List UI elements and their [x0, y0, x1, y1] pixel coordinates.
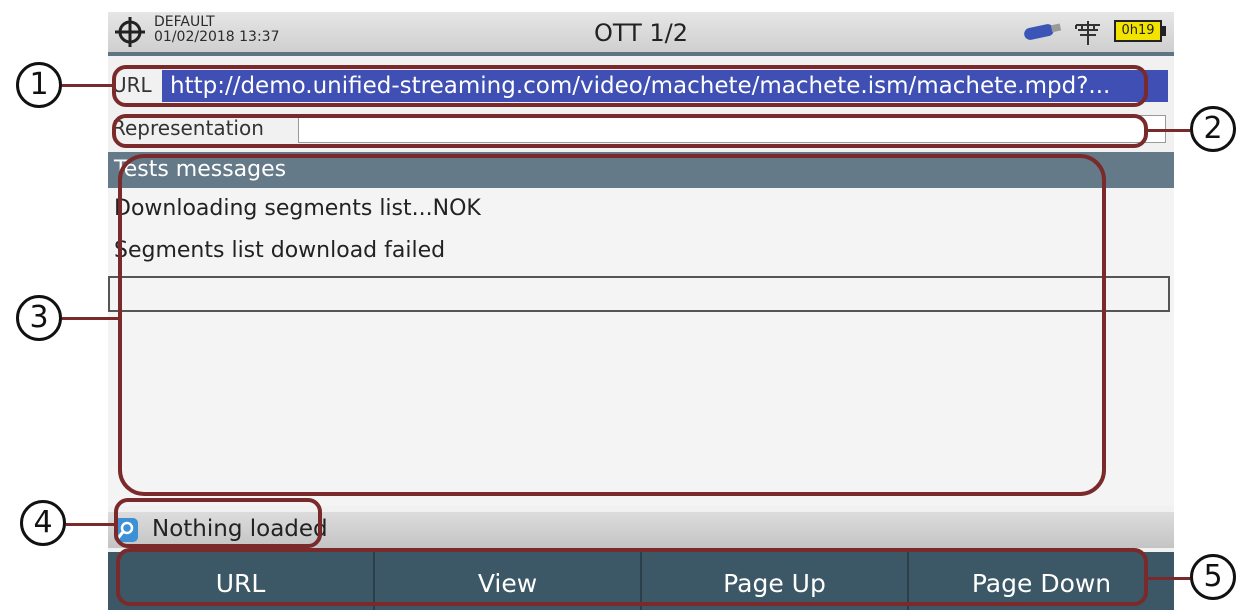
- page-title: OTT 1/2: [593, 19, 689, 47]
- battery-tip: [1162, 26, 1166, 36]
- usb-stick-icon: [1024, 23, 1062, 40]
- callout-leader-5: [1146, 577, 1190, 580]
- callout-2: 2: [1190, 106, 1236, 152]
- callout-box-5: [116, 548, 1148, 606]
- status-bar: DEFAULT 01/02/2018 13:37 OTT 1/2 0h19: [108, 12, 1174, 56]
- antenna-icon: [1075, 21, 1100, 45]
- callout-1: 1: [16, 62, 62, 108]
- callout-box-3: [118, 154, 1106, 496]
- callout-5: 5: [1190, 554, 1236, 600]
- callout-4: 4: [20, 500, 66, 546]
- callout-leader-4: [66, 523, 116, 526]
- callout-box-2: [112, 114, 1148, 148]
- callout-leader-3: [62, 317, 120, 320]
- callout-leader-1: [62, 84, 114, 87]
- battery-time: 0h19: [1114, 20, 1162, 42]
- battery-indicator: 0h19: [1114, 20, 1166, 42]
- callout-box-1: [112, 65, 1148, 107]
- callout-box-4: [114, 498, 322, 548]
- callout-leader-2: [1146, 129, 1190, 132]
- callout-3: 3: [16, 295, 62, 341]
